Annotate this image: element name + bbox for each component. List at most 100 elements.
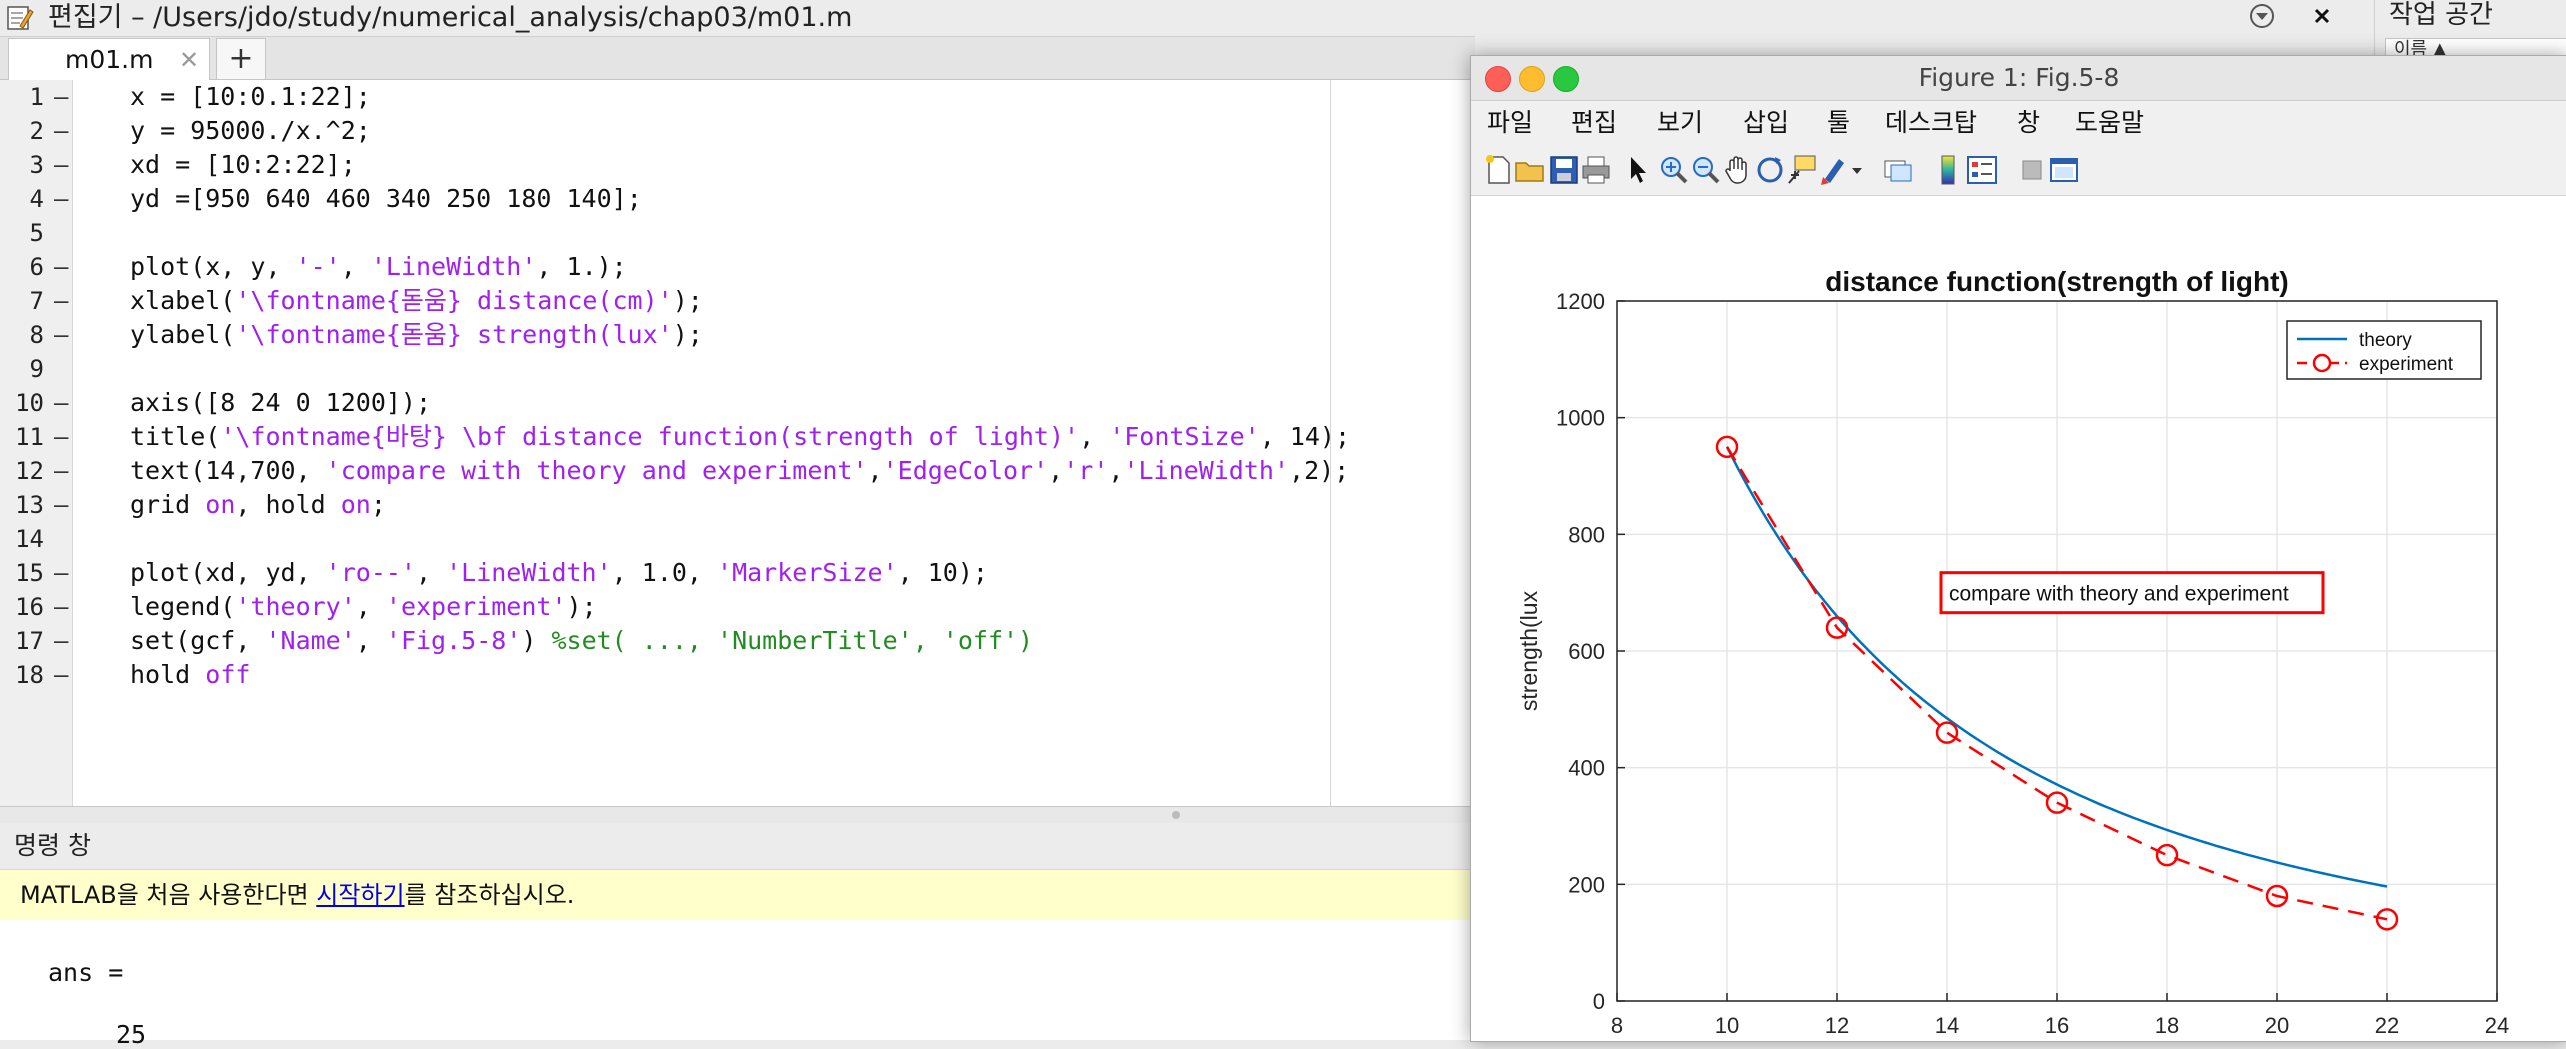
code-text: hold off bbox=[130, 660, 251, 689]
open-file-icon[interactable] bbox=[1513, 153, 1547, 187]
save-icon[interactable] bbox=[1547, 153, 1581, 187]
breakpoint-marker[interactable]: – bbox=[54, 250, 68, 284]
breakpoint-marker[interactable]: – bbox=[54, 488, 68, 522]
menu-help[interactable]: 도움말 bbox=[2075, 101, 2144, 145]
window-close-button[interactable] bbox=[1485, 66, 1511, 92]
splitter-grip-icon[interactable] bbox=[1172, 811, 1180, 819]
editor-titlebar: 편집기 – /Users/jdo/study/numerical_analysi… bbox=[0, 0, 2330, 37]
breakpoint-marker[interactable]: – bbox=[54, 454, 68, 488]
command-window-header: 명령 창 bbox=[0, 823, 1475, 869]
y-tick-label: 400 bbox=[1568, 756, 1605, 781]
menu-file[interactable]: 파일 bbox=[1487, 101, 1533, 145]
code-text: yd =[950 640 460 340 250 180 140]; bbox=[130, 184, 642, 213]
code-text: y = 95000./x.^2; bbox=[130, 116, 371, 145]
breakpoint-marker[interactable]: – bbox=[54, 556, 68, 590]
figure-title: Figure 1: Fig.5-8 bbox=[1918, 63, 2120, 92]
plot-area[interactable]: 8 10 12 14 16 18 20 22 24 0 200 400 600 800 1000 1200 di… bbox=[1471, 196, 2566, 1041]
code-line[interactable]: 8– ylabel('\fontname{돋움} strength(lux'); bbox=[0, 318, 1475, 352]
command-window-title: 명령 창 bbox=[14, 831, 91, 860]
code-line[interactable]: 7– xlabel('\fontname{돋움} distance(cm)'); bbox=[0, 284, 1475, 318]
code-line[interactable]: 17– set(gcf, 'Name', 'Fig.5-8') %set( ...… bbox=[0, 624, 1475, 658]
new-figure-icon[interactable] bbox=[1481, 153, 1515, 187]
figure-menubar: 파일 편집 보기 삽입 툴 데스크탑 창 도움말 bbox=[1471, 101, 2566, 145]
window-minimize-button[interactable] bbox=[1519, 66, 1545, 92]
breakpoint-marker[interactable]: – bbox=[54, 114, 68, 148]
code-line[interactable]: 16– legend('theory', 'experiment'); bbox=[0, 590, 1475, 624]
breakpoint-marker[interactable]: – bbox=[54, 386, 68, 420]
pan-hand-icon[interactable] bbox=[1721, 153, 1755, 187]
menu-insert[interactable]: 삽입 bbox=[1743, 101, 1789, 145]
command-window[interactable]: ans = 25 bbox=[0, 920, 1475, 1049]
y-tick-label: 600 bbox=[1568, 639, 1605, 664]
menu-view[interactable]: 보기 bbox=[1657, 101, 1703, 145]
code-text: x = [10:0.1:22]; bbox=[130, 82, 371, 111]
breakpoint-marker[interactable]: – bbox=[54, 148, 68, 182]
code-line[interactable]: 12– text(14,700, 'compare with theory and… bbox=[0, 454, 1475, 488]
banner-prefix: MATLAB을 처음 사용한다면 bbox=[20, 881, 317, 909]
link-plot-icon[interactable] bbox=[1881, 153, 1915, 187]
code-text: title('\fontname{바탕} \bf distance functi… bbox=[130, 422, 1351, 451]
line-number: 14 bbox=[15, 525, 44, 553]
line-number: 9 bbox=[29, 355, 44, 383]
legend-icon[interactable] bbox=[1965, 153, 1999, 187]
command-output-value: 25 bbox=[116, 1020, 147, 1049]
window-maximize-button[interactable] bbox=[1553, 66, 1579, 92]
code-editor[interactable]: 1– x = [10:0.1:22]; 2– y = 95000./x.^2; 3– xd… bbox=[0, 80, 1475, 806]
new-tab-button[interactable]: + bbox=[216, 38, 266, 79]
code-text: legend('theory', 'experiment'); bbox=[130, 592, 597, 621]
tab-m01[interactable]: m01.m ✕ bbox=[8, 38, 210, 81]
hide-plot-tools-icon[interactable] bbox=[2015, 153, 2049, 187]
breakpoint-marker[interactable]: – bbox=[54, 590, 68, 624]
code-line[interactable]: 10– axis([8 24 0 1200]); bbox=[0, 386, 1475, 420]
code-line[interactable]: 5 bbox=[0, 216, 1475, 250]
code-line[interactable]: 1– x = [10:0.1:22]; bbox=[0, 80, 1475, 114]
line-number: 1 bbox=[29, 83, 44, 111]
figure-titlebar[interactable]: Figure 1: Fig.5-8 bbox=[1471, 56, 2566, 101]
x-tick-label: 22 bbox=[2375, 1013, 2399, 1038]
code-text: plot(x, y, '-', 'LineWidth', 1.); bbox=[130, 252, 627, 281]
line-number: 18 bbox=[15, 661, 44, 689]
print-icon[interactable] bbox=[1579, 153, 1613, 187]
code-line[interactable]: 15– plot(xd, yd, 'ro--', 'LineWidth', 1.0… bbox=[0, 556, 1475, 590]
colorbar-icon[interactable] bbox=[1931, 153, 1965, 187]
x-tick-label: 12 bbox=[1825, 1013, 1849, 1038]
code-line[interactable]: 6– plot(x, y, '-', 'LineWidth', 1.); bbox=[0, 250, 1475, 284]
workspace-title: 작업 공간 bbox=[2389, 0, 2493, 30]
panel-options-icon[interactable] bbox=[2244, 0, 2354, 36]
pointer-icon[interactable] bbox=[1621, 153, 1655, 187]
code-text: ylabel('\fontname{돋움} strength(lux'); bbox=[130, 320, 703, 349]
menu-desktop[interactable]: 데스크탑 bbox=[1885, 101, 1977, 145]
breakpoint-marker[interactable]: – bbox=[54, 182, 68, 216]
getting-started-link[interactable]: 시작하기 bbox=[316, 881, 404, 909]
chart-svg[interactable]: 8 10 12 14 16 18 20 22 24 0 200 400 600 800 1000 1200 di… bbox=[1471, 196, 2566, 1041]
breakpoint-marker[interactable]: – bbox=[54, 318, 68, 352]
zoom-in-icon[interactable] bbox=[1657, 153, 1691, 187]
data-cursor-icon[interactable] bbox=[1785, 153, 1819, 187]
close-icon[interactable]: ✕ bbox=[179, 39, 199, 81]
zoom-out-icon[interactable] bbox=[1689, 153, 1723, 187]
panel-splitter[interactable] bbox=[0, 806, 1475, 824]
code-line[interactable]: 13– grid on, hold on; bbox=[0, 488, 1475, 522]
brush-icon[interactable] bbox=[1817, 153, 1851, 187]
code-line[interactable]: 9 bbox=[0, 352, 1475, 386]
breakpoint-marker[interactable]: – bbox=[54, 420, 68, 454]
code-line[interactable]: 11– title('\fontname{바탕} \bf distance fun… bbox=[0, 420, 1475, 454]
menu-edit[interactable]: 편집 bbox=[1571, 101, 1617, 145]
breakpoint-marker[interactable]: – bbox=[54, 658, 68, 692]
code-line[interactable]: 4– yd =[950 640 460 340 250 180 140]; bbox=[0, 182, 1475, 216]
breakpoint-marker[interactable]: – bbox=[54, 624, 68, 658]
x-tick-label: 8 bbox=[1611, 1013, 1623, 1038]
chevron-down-icon[interactable] bbox=[1847, 153, 1867, 187]
rotate-3d-icon[interactable] bbox=[1753, 153, 1787, 187]
code-line[interactable]: 14 bbox=[0, 522, 1475, 556]
breakpoint-marker[interactable]: – bbox=[54, 80, 68, 114]
code-line[interactable]: 3– xd = [10:2:22]; bbox=[0, 148, 1475, 182]
show-plot-tools-icon[interactable] bbox=[2047, 153, 2081, 187]
code-text: set(gcf, 'Name', 'Fig.5-8') %set( ..., '… bbox=[130, 626, 1034, 655]
x-tick-label: 14 bbox=[1935, 1013, 1959, 1038]
menu-window[interactable]: 창 bbox=[2017, 101, 2040, 145]
breakpoint-marker[interactable]: – bbox=[54, 284, 68, 318]
menu-tools[interactable]: 툴 bbox=[1827, 101, 1850, 145]
code-line[interactable]: 2– y = 95000./x.^2; bbox=[0, 114, 1475, 148]
code-line[interactable]: 18– hold off bbox=[0, 658, 1475, 692]
